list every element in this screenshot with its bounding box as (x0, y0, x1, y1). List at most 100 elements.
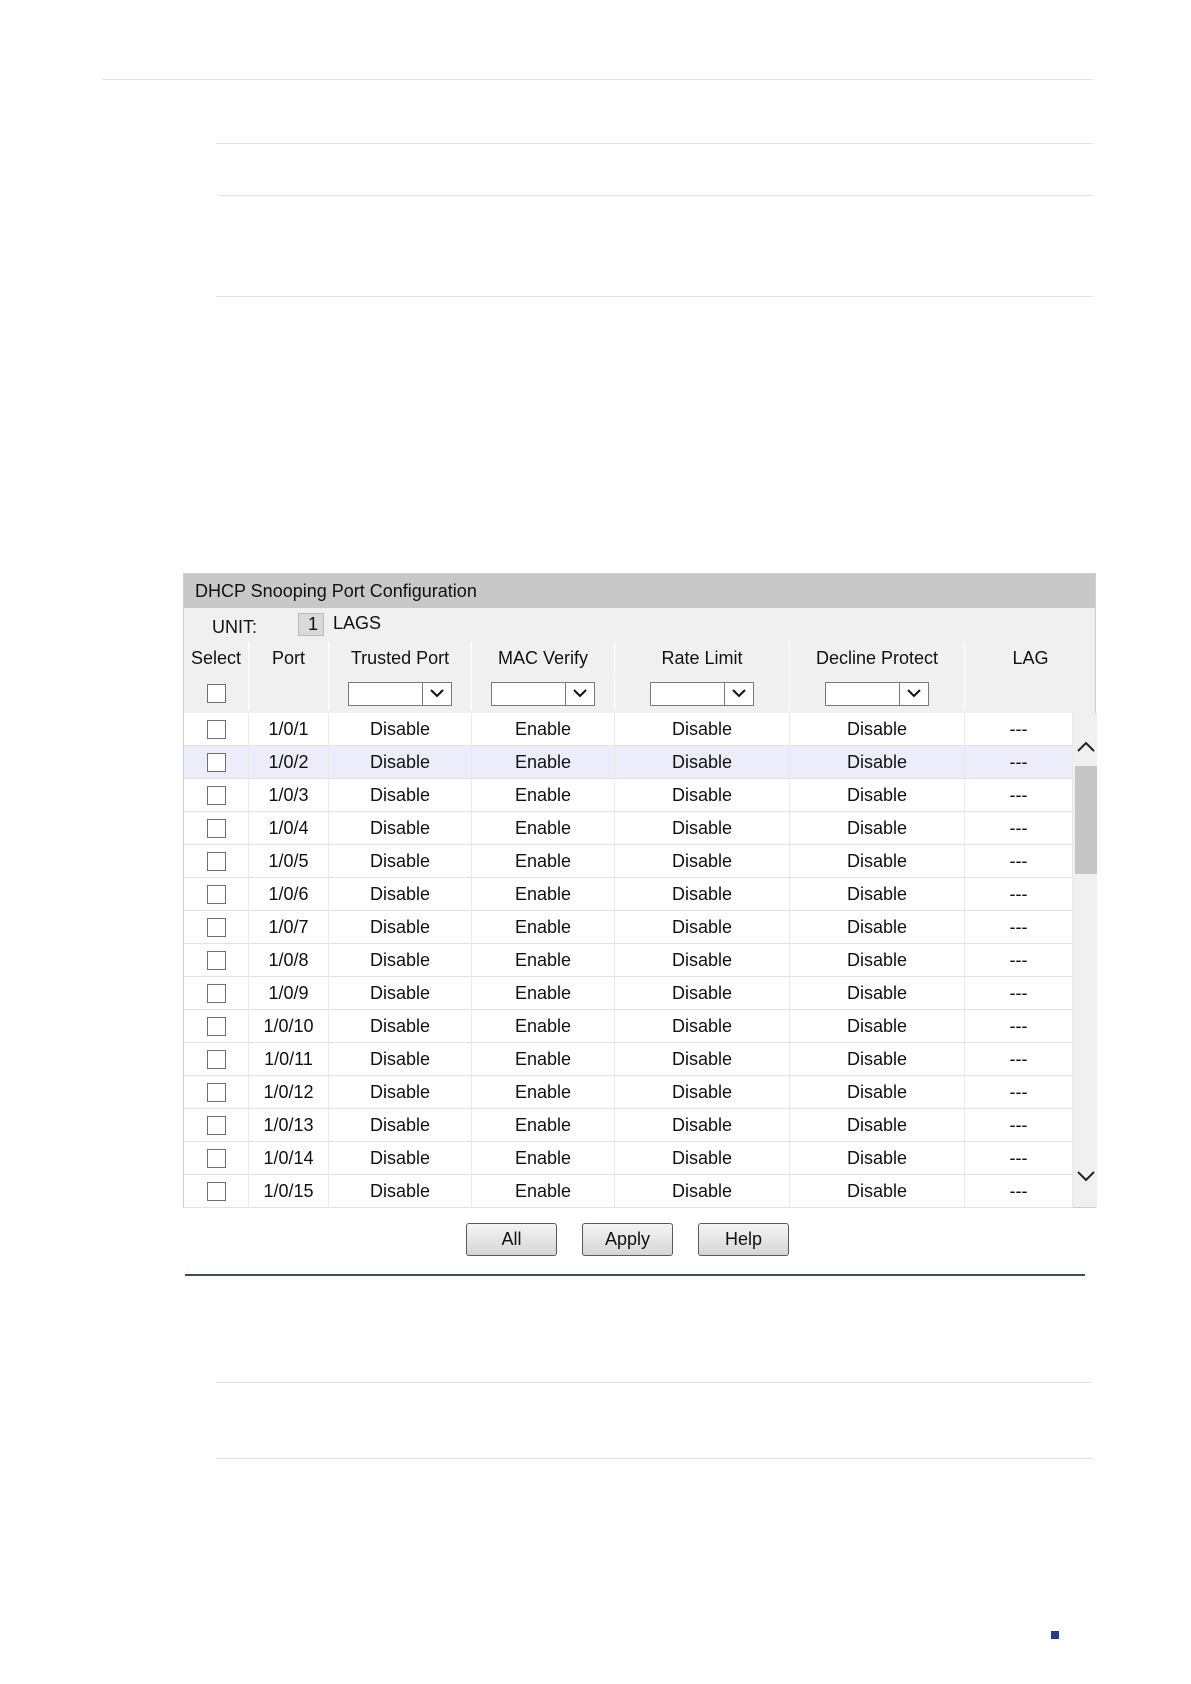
select-all-checkbox[interactable] (206, 684, 226, 703)
table-row[interactable]: 1/0/9 Disable Enable Disable Disable --- (184, 977, 1073, 1010)
row-checkbox[interactable] (206, 950, 226, 970)
row-checkbox[interactable] (206, 785, 226, 805)
port-cell: 1/0/11 (249, 1043, 329, 1075)
rate-limit-select[interactable] (650, 681, 754, 706)
row-select-cell (184, 1010, 249, 1042)
row-checkbox[interactable] (206, 752, 226, 772)
column-header-decline-protect: Decline Protect (790, 641, 965, 675)
trusted-port-cell: Disable (329, 1076, 472, 1108)
row-select-cell (184, 1043, 249, 1075)
trusted-port-cell: Disable (329, 977, 472, 1009)
rate-limit-cell: Disable (615, 878, 790, 910)
column-header-rate-limit: Rate Limit (615, 641, 790, 675)
scroll-up-icon[interactable] (1075, 735, 1097, 757)
rate-limit-cell: Disable (615, 1175, 790, 1207)
trusted-port-cell: Disable (329, 1010, 472, 1042)
table-row[interactable]: 1/0/7 Disable Enable Disable Disable --- (184, 911, 1073, 944)
mac-verify-cell: Enable (472, 845, 615, 877)
mac-verify-cell: Enable (472, 779, 615, 811)
decline-protect-select[interactable] (825, 681, 929, 706)
column-header-select: Select (184, 641, 249, 675)
row-select-cell (184, 779, 249, 811)
row-checkbox[interactable] (206, 1181, 226, 1201)
all-button[interactable]: All (466, 1223, 557, 1256)
table-row[interactable]: 1/0/5 Disable Enable Disable Disable --- (184, 845, 1073, 878)
unit-selector-row: UNIT: 1 LAGS (184, 608, 1095, 640)
decline-protect-cell: Disable (790, 713, 965, 745)
unit-1-tab[interactable]: 1 (298, 613, 324, 636)
chevron-down-icon (899, 682, 928, 705)
row-select-cell (184, 713, 249, 745)
port-list: 1/0/1 Disable Enable Disable Disable --- 1/0/2… (184, 713, 1073, 1209)
trusted-port-select[interactable] (348, 681, 452, 706)
trusted-port-cell: Disable (329, 713, 472, 745)
rate-limit-cell: Disable (615, 1010, 790, 1042)
table-row[interactable]: 1/0/3 Disable Enable Disable Disable --- (184, 779, 1073, 812)
table-row[interactable]: 1/0/2 Disable Enable Disable Disable --- (184, 746, 1073, 779)
table-row[interactable]: 1/0/11 Disable Enable Disable Disable --- (184, 1043, 1073, 1076)
lag-cell: --- (965, 1175, 1073, 1207)
column-header-trusted-port: Trusted Port (329, 641, 472, 675)
table-row[interactable]: 1/0/1 Disable Enable Disable Disable --- (184, 713, 1073, 746)
scroll-thumb[interactable] (1075, 766, 1097, 874)
port-cell: 1/0/9 (249, 977, 329, 1009)
row-select-cell (184, 1109, 249, 1141)
lag-cell: --- (965, 1076, 1073, 1108)
lag-cell: --- (965, 1010, 1073, 1042)
page-top-rule (102, 79, 1093, 80)
lag-cell: --- (965, 977, 1073, 1009)
table-row[interactable]: 1/0/8 Disable Enable Disable Disable --- (184, 944, 1073, 977)
unit-label: UNIT: (212, 617, 257, 637)
decline-protect-cell: Disable (790, 746, 965, 778)
table-header: Select Port Trusted Port MAC Verify Rate… (184, 641, 1097, 675)
table-row[interactable]: 1/0/14 Disable Enable Disable Disable --- (184, 1142, 1073, 1175)
table-row[interactable]: 1/0/15 Disable Enable Disable Disable --- (184, 1175, 1073, 1208)
decline-protect-cell: Disable (790, 878, 965, 910)
decline-protect-cell: Disable (790, 812, 965, 844)
row-checkbox[interactable] (206, 851, 226, 871)
rate-limit-cell: Disable (615, 1043, 790, 1075)
rate-limit-cell: Disable (615, 1076, 790, 1108)
row-checkbox[interactable] (206, 818, 226, 838)
row-checkbox[interactable] (206, 1049, 226, 1069)
lag-cell: --- (965, 713, 1073, 745)
lag-cell: --- (965, 944, 1073, 976)
mac-verify-cell: Enable (472, 1076, 615, 1108)
decline-protect-cell: Disable (790, 977, 965, 1009)
table-row[interactable]: 1/0/6 Disable Enable Disable Disable --- (184, 878, 1073, 911)
trusted-port-cell: Disable (329, 878, 472, 910)
rate-limit-cell: Disable (615, 779, 790, 811)
port-cell: 1/0/10 (249, 1010, 329, 1042)
trusted-port-cell: Disable (329, 911, 472, 943)
lags-tab[interactable]: LAGS (333, 613, 381, 634)
rule-1 (216, 143, 1093, 144)
apply-button[interactable]: Apply (582, 1223, 673, 1256)
mac-verify-select[interactable] (491, 681, 595, 706)
mac-verify-cell: Enable (472, 1109, 615, 1141)
trusted-port-cell: Disable (329, 779, 472, 811)
help-button[interactable]: Help (698, 1223, 789, 1256)
mac-verify-cell: Enable (472, 1142, 615, 1174)
row-select-cell (184, 1076, 249, 1108)
port-cell: 1/0/2 (249, 746, 329, 778)
scroll-down-icon[interactable] (1075, 1165, 1097, 1187)
row-checkbox[interactable] (206, 1148, 226, 1168)
mac-verify-cell: Enable (472, 812, 615, 844)
mac-verify-cell: Enable (472, 1043, 615, 1075)
row-checkbox[interactable] (206, 917, 226, 937)
table-row[interactable]: 1/0/12 Disable Enable Disable Disable --- (184, 1076, 1073, 1109)
row-checkbox[interactable] (206, 1115, 226, 1135)
lag-cell: --- (965, 845, 1073, 877)
row-checkbox[interactable] (206, 983, 226, 1003)
row-checkbox[interactable] (206, 1082, 226, 1102)
table-row[interactable]: 1/0/13 Disable Enable Disable Disable --- (184, 1109, 1073, 1142)
port-cell: 1/0/1 (249, 713, 329, 745)
table-row[interactable]: 1/0/4 Disable Enable Disable Disable --- (184, 812, 1073, 845)
scrollbar[interactable] (1073, 713, 1097, 1207)
mac-verify-cell: Enable (472, 977, 615, 1009)
row-checkbox[interactable] (206, 719, 226, 739)
row-checkbox[interactable] (206, 1016, 226, 1036)
row-checkbox[interactable] (206, 884, 226, 904)
port-cell: 1/0/3 (249, 779, 329, 811)
table-row[interactable]: 1/0/10 Disable Enable Disable Disable --- (184, 1010, 1073, 1043)
